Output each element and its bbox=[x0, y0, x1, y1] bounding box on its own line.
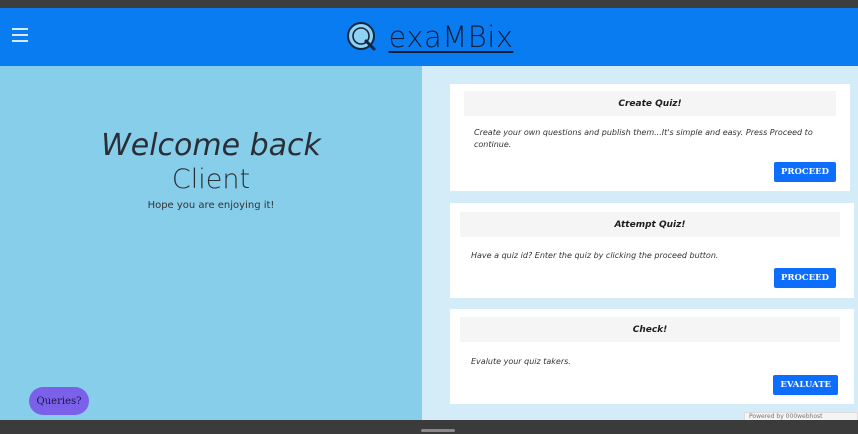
attempt-quiz-title: Attempt Quiz! bbox=[460, 212, 840, 237]
brand-link[interactable]: exaMBix bbox=[345, 20, 514, 54]
attempt-quiz-description: Have a quiz id? Enter the quiz by clicki… bbox=[471, 251, 719, 260]
create-quiz-description: Create your own questions and publish th… bbox=[474, 128, 813, 149]
home-indicator[interactable] bbox=[421, 429, 455, 432]
queries-button[interactable]: Queries? bbox=[29, 387, 89, 415]
evaluate-button[interactable]: EVALUATE bbox=[773, 375, 838, 395]
create-quiz-title: Create Quiz! bbox=[464, 91, 836, 116]
check-card: Check! Evalute your quiz takers. EVALUAT… bbox=[450, 309, 854, 404]
browser-top-strip bbox=[0, 0, 858, 8]
client-name: Client bbox=[171, 164, 251, 195]
hamburger-menu-icon[interactable] bbox=[12, 28, 28, 42]
welcome-subtext: Hope you are enjoying it! bbox=[147, 200, 275, 211]
check-title: Check! bbox=[460, 317, 840, 342]
welcome-heading: Welcome back bbox=[101, 128, 321, 163]
create-quiz-card: Create Quiz! Create your own questions a… bbox=[450, 84, 850, 191]
search-logo-icon bbox=[346, 22, 375, 51]
brand-title: exaMBix bbox=[388, 20, 514, 54]
attempt-quiz-proceed-button[interactable]: PROCEED bbox=[774, 268, 836, 288]
welcome-block: Welcome back Client Hope you are enjoyin… bbox=[0, 128, 422, 211]
check-description: Evalute your quiz takers. bbox=[471, 357, 571, 366]
actions-panel: Create Quiz! Create your own questions a… bbox=[422, 66, 858, 420]
navbar: exaMBix bbox=[0, 8, 858, 66]
attempt-quiz-card: Attempt Quiz! Have a quiz id? Enter the … bbox=[450, 203, 854, 298]
create-quiz-proceed-button[interactable]: PROCEED bbox=[774, 162, 836, 182]
welcome-panel: Welcome back Client Hope you are enjoyin… bbox=[0, 66, 422, 420]
